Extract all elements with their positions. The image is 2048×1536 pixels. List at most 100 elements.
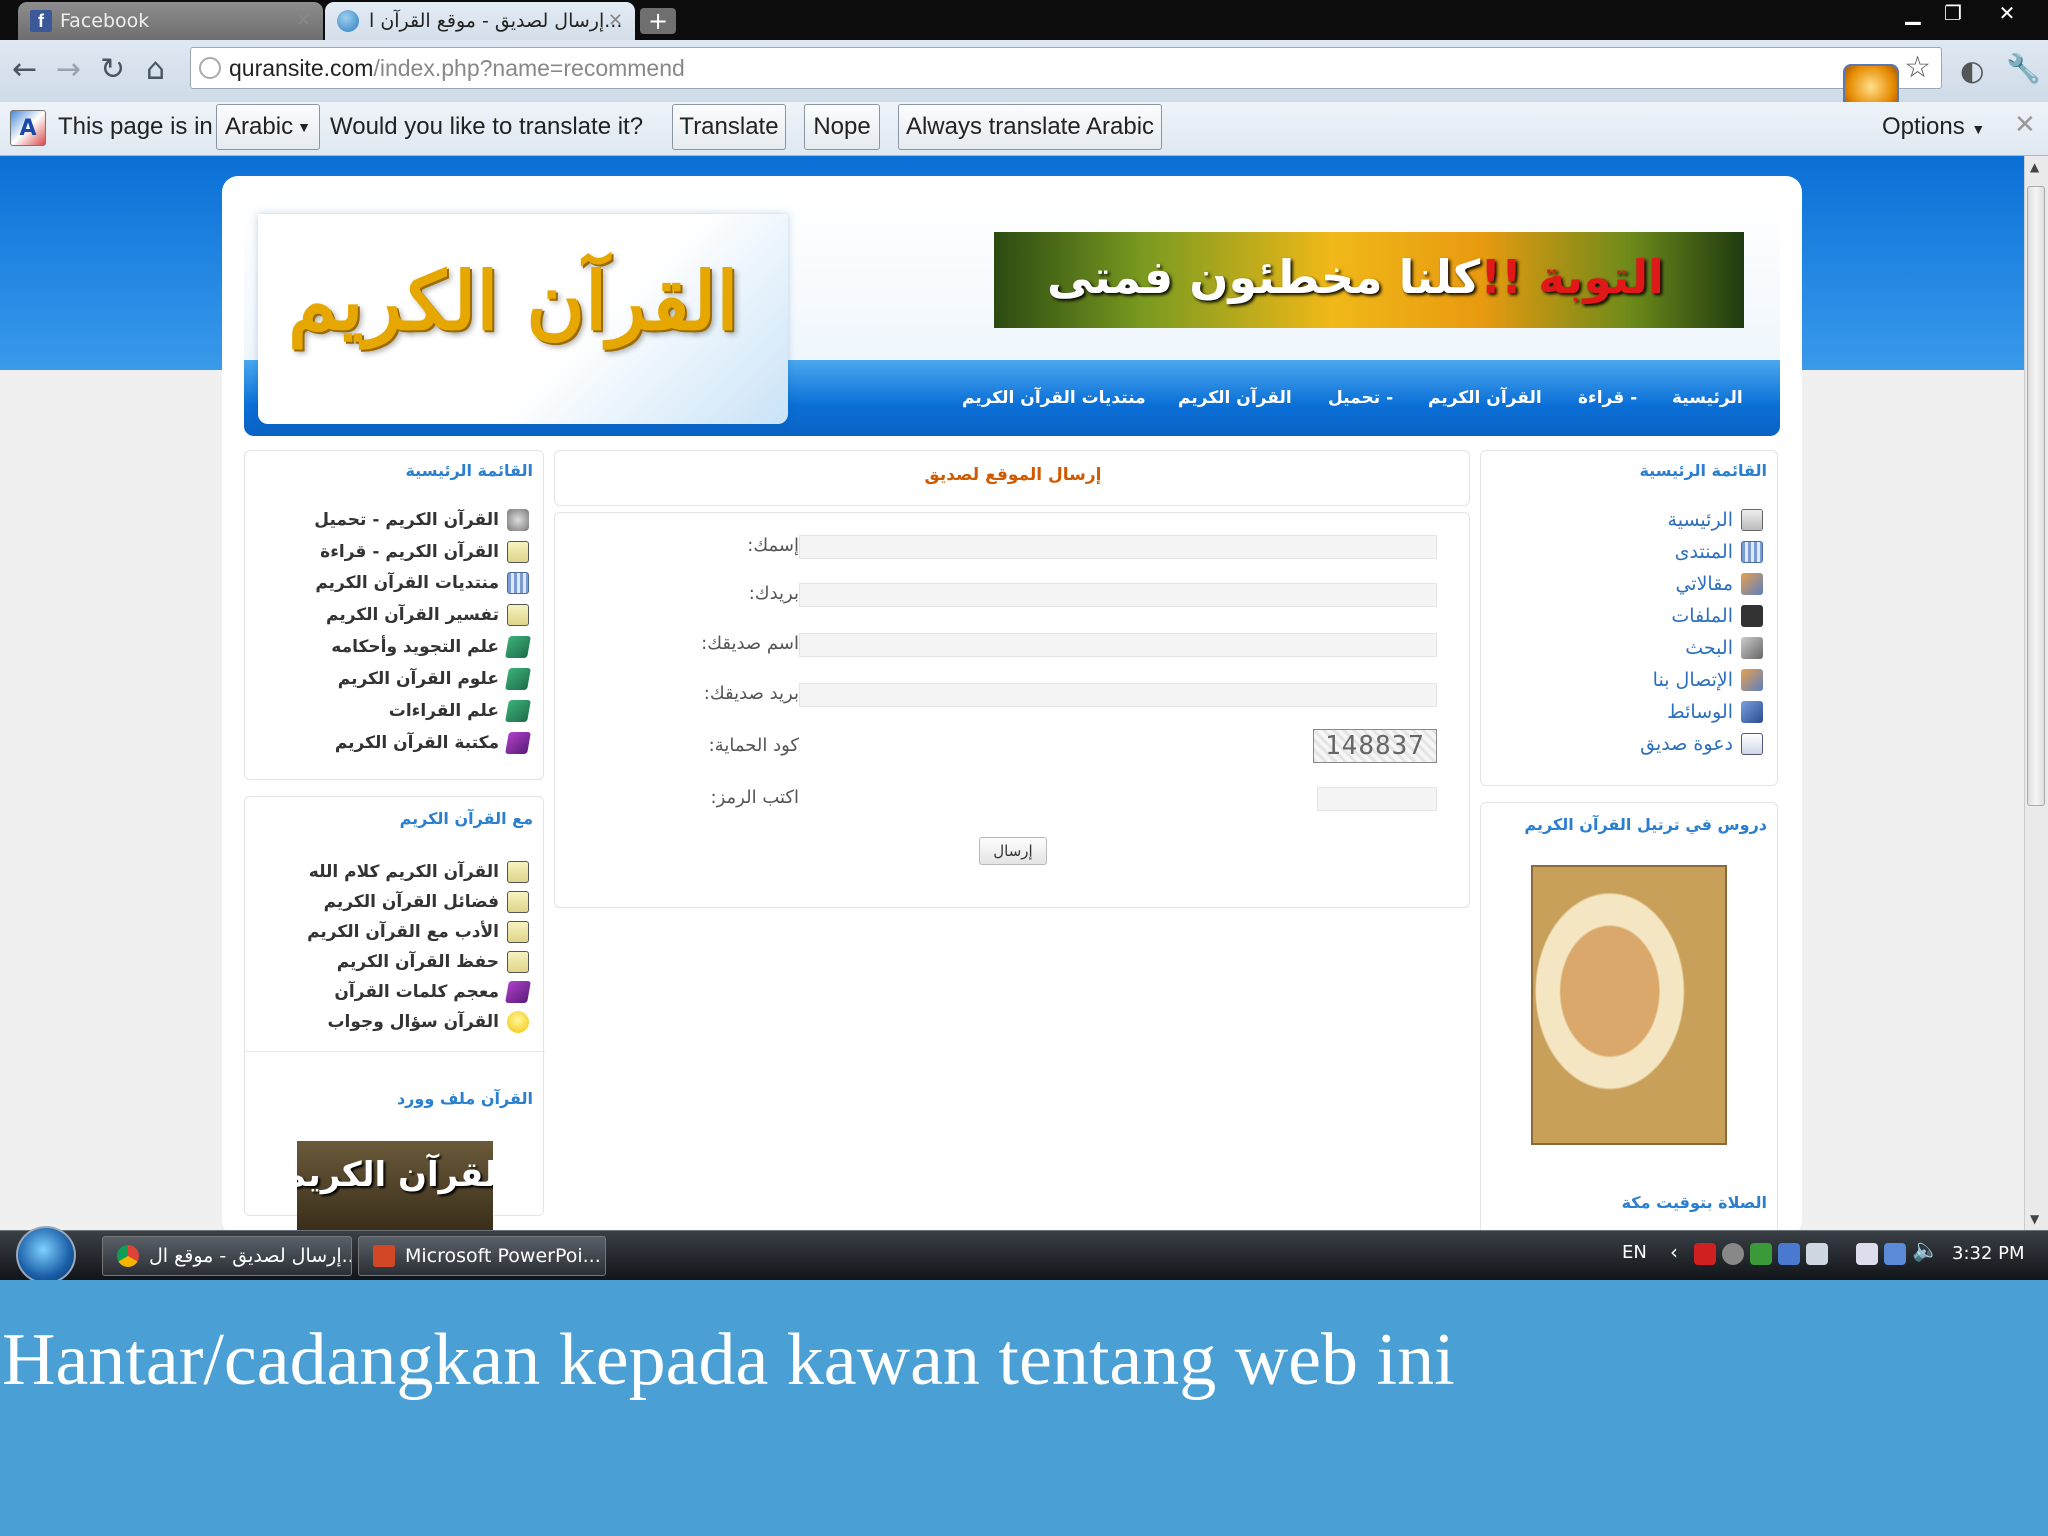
site-logo[interactable]: القرآن الكريم: [258, 214, 788, 424]
back-icon[interactable]: ←: [12, 52, 37, 87]
reload-icon[interactable]: ↻: [100, 52, 125, 87]
network-icon[interactable]: [1884, 1243, 1906, 1265]
list-item[interactable]: القرآن سؤال وجواب: [327, 1011, 529, 1033]
tray-icon-1[interactable]: [1694, 1243, 1716, 1265]
list-item[interactable]: مكتبة القرآن الكريم: [335, 732, 531, 754]
files-icon: [1741, 605, 1763, 627]
tray-icon-3[interactable]: [1750, 1243, 1772, 1265]
forward-icon[interactable]: →: [56, 52, 81, 87]
block-title: مع القرآن الكريم: [399, 809, 533, 828]
star-icon[interactable]: ☆: [1904, 50, 1931, 85]
word-file-image[interactable]: القرآن الكريم: [297, 1141, 493, 1230]
tab-facebook[interactable]: f Facebook ✕: [18, 2, 323, 40]
page-info-icon[interactable]: [199, 57, 221, 79]
form-label: إسمك:: [747, 535, 799, 556]
submit-button[interactable]: إرسال: [979, 837, 1047, 865]
sidebar-item-label: الرئيسية: [1667, 509, 1733, 531]
tab-recommend[interactable]: ...إرسال لصديق - موقع القرآن ا ✕: [325, 2, 635, 40]
home-icon[interactable]: ⌂: [146, 52, 165, 87]
sidebar-item-files[interactable]: الملفات: [1671, 605, 1763, 627]
sidebar-item-articles[interactable]: مقالاتي: [1675, 573, 1763, 595]
restore-icon[interactable]: ❐: [1935, 0, 1971, 26]
nav-item-quran-2[interactable]: القرآن الكريم: [1178, 388, 1292, 408]
clock[interactable]: 3:32 PM: [1952, 1243, 2025, 1264]
purple-book-icon: [505, 732, 531, 754]
taskbar-item-chrome[interactable]: ...إرسال لصديق - موقع ال: [102, 1236, 352, 1276]
list-item[interactable]: تفسير القرآن الكريم: [326, 604, 529, 626]
list-item[interactable]: القرآن الكريم - قراءة: [320, 541, 529, 563]
list-item[interactable]: علم القراءات: [389, 700, 531, 722]
book-icon: [507, 604, 529, 626]
nav-item-home[interactable]: الرئيسية: [1672, 388, 1743, 408]
sidebar-item-label: الملفات: [1671, 605, 1733, 627]
block-title: القرآن ملف وورد: [396, 1089, 533, 1108]
tray-icon-6[interactable]: [1856, 1243, 1878, 1265]
list-item[interactable]: منتديات القرآن الكريم: [315, 572, 529, 594]
address-bar[interactable]: quransite.com/index.php?name=recommend ☆: [190, 47, 1942, 89]
nav-item-read[interactable]: - قراءة: [1578, 388, 1637, 408]
list-item[interactable]: علوم القرآن الكريم: [338, 668, 531, 690]
nav-item-forums[interactable]: منتديات القرآن الكريم: [962, 388, 1146, 408]
scroll-up-icon[interactable]: ▲: [2030, 160, 2039, 174]
close-icon[interactable]: ✕: [608, 10, 623, 31]
always-translate-button[interactable]: Always translate Arabic: [898, 104, 1162, 150]
list-item[interactable]: القرآن الكريم كلام الله: [309, 861, 529, 883]
translate-button[interactable]: Translate: [672, 104, 786, 150]
page-viewport: التوبة !!كلنا مخطئون فمتى القرآن الكريم …: [0, 156, 2048, 1230]
captcha-input[interactable]: [1317, 787, 1437, 811]
close-icon[interactable]: ✕: [296, 10, 311, 31]
tray-icon-4[interactable]: [1778, 1243, 1800, 1265]
sidebar-item-search[interactable]: البحث: [1685, 637, 1763, 659]
sidebar-item-invite[interactable]: دعوة صديق: [1640, 733, 1763, 755]
tray-expand-icon[interactable]: ‹: [1670, 1240, 1678, 1264]
list-item-label: حفظ القرآن الكريم: [336, 952, 499, 972]
list-item-label: معجم كلمات القرآن: [334, 982, 499, 1002]
list-item[interactable]: علم التجويد وأحكامه: [331, 636, 531, 658]
facebook-icon: f: [30, 10, 52, 32]
translate-question: Would you like to translate it?: [330, 113, 644, 140]
sidebar-item-forum[interactable]: المنتدى: [1675, 541, 1763, 563]
sidebar-item-media[interactable]: الوسائط: [1667, 701, 1763, 723]
friend-email-input[interactable]: [799, 683, 1437, 707]
email-input[interactable]: [799, 583, 1437, 607]
sidebar-item-label: المنتدى: [1674, 541, 1733, 563]
volume-icon[interactable]: 🔈: [1912, 1238, 1939, 1263]
taskbar-item-powerpoint[interactable]: Microsoft PowerPoi...: [358, 1236, 606, 1276]
book-cover-image[interactable]: [1531, 865, 1727, 1145]
scrollbar-thumb[interactable]: [2027, 186, 2045, 806]
list-item[interactable]: معجم كلمات القرآن: [334, 981, 531, 1003]
close-window-icon[interactable]: ✕: [1985, 0, 2029, 26]
nav-item-download[interactable]: - تحميل: [1328, 388, 1393, 408]
language-indicator[interactable]: EN: [1622, 1242, 1647, 1263]
book-icon: [507, 891, 529, 913]
list-item[interactable]: القرآن الكريم - تحميل: [314, 509, 529, 531]
translate-prefix: This page is in: [58, 113, 213, 140]
right-block-main-menu: القائمة الرئيسية الرئيسية المنتدى مقالات…: [1480, 450, 1778, 786]
close-translate-icon[interactable]: ✕: [2014, 110, 2036, 140]
wrench-icon[interactable]: 🔧: [2006, 52, 2041, 85]
form-label: كود الحماية:: [708, 735, 799, 756]
sidebar-item-home[interactable]: الرئيسية: [1668, 509, 1763, 531]
friend-name-input[interactable]: [799, 633, 1437, 657]
page-menu-icon[interactable]: ◐: [1960, 54, 1984, 87]
list-item[interactable]: فضائل القرآن الكريم: [324, 891, 529, 913]
bulb-icon: [507, 1011, 529, 1033]
start-button[interactable]: [16, 1226, 76, 1284]
language-select[interactable]: Arabic ▼: [216, 104, 320, 150]
slide-caption: Hantar/cadangkan kepada kawan tentang we…: [2, 1319, 1455, 1401]
tray-icon-2[interactable]: [1722, 1243, 1744, 1265]
nope-button[interactable]: Nope: [804, 104, 880, 150]
nav-item-quran[interactable]: القرآن الكريم: [1428, 388, 1542, 408]
options-menu[interactable]: Options ▼: [1882, 113, 1985, 141]
minimize-icon[interactable]: ▁: [1895, 0, 1931, 26]
scroll-down-icon[interactable]: ▼: [2030, 1212, 2039, 1226]
list-item-label: تفسير القرآن الكريم: [325, 605, 499, 625]
list-item[interactable]: الأدب مع القرآن الكريم: [307, 921, 529, 943]
list-item[interactable]: حفظ القرآن الكريم: [337, 951, 529, 973]
list-item-label: القرآن سؤال وجواب: [327, 1012, 499, 1032]
name-input[interactable]: [799, 535, 1437, 559]
sidebar-item-contact[interactable]: الإتصال بنا: [1653, 669, 1763, 691]
list-item-label: القرآن الكريم - قراءة: [320, 542, 499, 562]
tray-icon-5[interactable]: [1806, 1243, 1828, 1265]
new-tab-button[interactable]: +: [640, 7, 676, 35]
